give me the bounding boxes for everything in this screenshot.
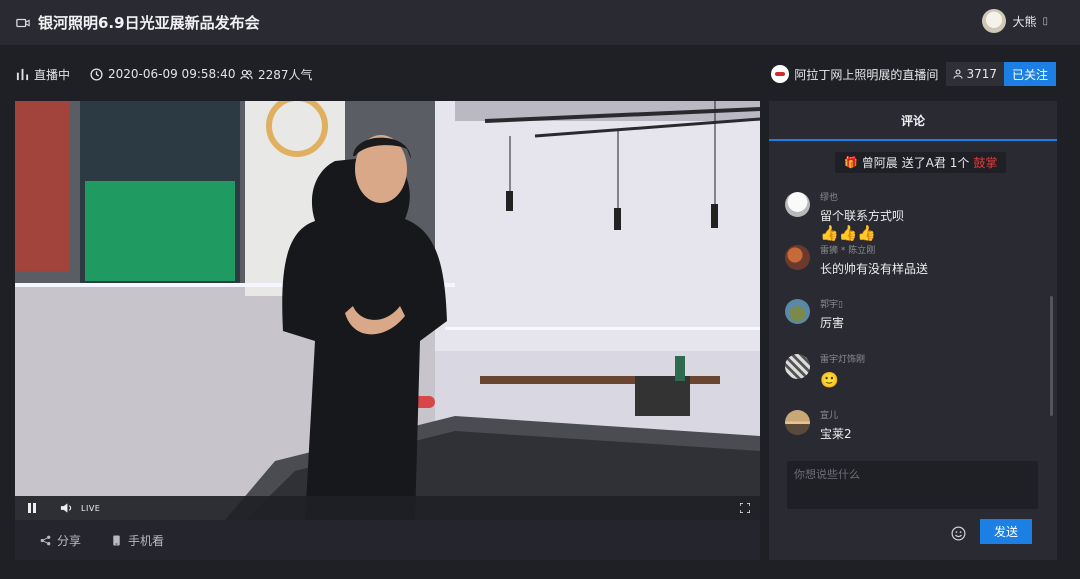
start-time: 2020-06-09 09:58:40 — [90, 67, 235, 81]
player-controls: LIVE — [15, 496, 760, 520]
commenter-avatar[interactable] — [785, 299, 810, 324]
commenter-name: 缪也 — [820, 193, 839, 203]
commenter-name: 宣儿 — [820, 411, 839, 421]
comment-item: 郭宇▯ 厉害 — [785, 299, 844, 330]
live-label: 直播中 — [34, 67, 71, 82]
commenter-avatar[interactable] — [785, 245, 810, 270]
comment-emoji: 👍👍👍 — [820, 224, 877, 242]
gift-name: 鼓掌 — [973, 156, 998, 170]
gift-sender: 曾阿晨 — [861, 156, 898, 170]
page-title: 银河照明6.9日光亚展新品发布会 — [38, 14, 260, 32]
host-name[interactable]: 阿拉丁网上照明展的直播间 — [794, 66, 938, 83]
volume-icon[interactable] — [60, 502, 73, 514]
commenter-name: 雷宇灯饰刚 — [820, 355, 866, 365]
commenter-avatar[interactable] — [785, 410, 810, 435]
popularity-count: 2287人气 — [240, 66, 313, 83]
video-actions-bar: 分享 手机看 — [15, 520, 760, 560]
follower-count: 3717 — [946, 62, 1004, 86]
top-bar: 银河照明6.9日光亚展新品发布会 大熊 ▯ — [0, 0, 1080, 45]
share-label[interactable]: 分享 — [57, 532, 81, 549]
comment-scrollbar[interactable] — [1050, 296, 1053, 416]
mobile-phone-icon — [113, 534, 120, 546]
comment-item: 雷宇灯饰刚 🙂 — [785, 354, 865, 389]
user-name[interactable]: 大熊 — [1012, 13, 1036, 30]
gift-icon: 🎁 — [844, 156, 858, 169]
person-icon — [953, 69, 963, 79]
comment-text: 厉害 — [820, 316, 845, 330]
gift-text: 送了A君 1个 — [901, 156, 970, 170]
watch-on-mobile-button[interactable]: 手机看 — [111, 532, 164, 549]
video-camera-icon — [16, 18, 30, 27]
comment-item: 宣儿 宝莱2 — [785, 410, 852, 441]
chevron-down-icon[interactable]: ▯ — [1042, 16, 1048, 27]
host-logo[interactable] — [771, 65, 790, 83]
comment-text: 长的帅有没有样品送 — [820, 262, 929, 276]
comment-panel: 评论 🎁 曾阿晨 送了A君 1个 鼓掌 缪也 留个联系方式呗 👍👍👍 雷狮 * … — [769, 101, 1057, 560]
comment-text: 宝莱2 — [820, 427, 852, 441]
watch-on-mobile-label[interactable]: 手机看 — [128, 532, 164, 549]
user-avatar[interactable] — [982, 9, 1007, 33]
comment-item: 雷狮 * 陈立刚 长的帅有没有样品送 — [785, 245, 928, 276]
video-player[interactable]: LIVE — [15, 101, 760, 520]
host-info: 阿拉丁网上照明展的直播间 3717 已关注 — [771, 62, 1056, 86]
commenter-name: 雷狮 * 陈立刚 — [820, 246, 876, 256]
follow-button[interactable]: 已关注 — [1003, 62, 1056, 86]
user-menu[interactable]: 大熊 ▯ — [982, 9, 1048, 33]
share-icon — [40, 535, 51, 545]
commenter-name: 郭宇▯ — [820, 300, 843, 310]
commenter-avatar[interactable] — [785, 354, 810, 379]
bar-chart-icon — [16, 68, 29, 80]
users-icon — [240, 69, 253, 79]
send-button[interactable]: 发送 — [980, 519, 1032, 544]
popularity-text: 2287人气 — [258, 67, 313, 82]
comment-item: 缪也 留个联系方式呗 👍👍👍 — [785, 192, 904, 242]
start-datetime: 2020-06-09 09:58:40 — [108, 67, 236, 81]
emoji-icon[interactable] — [951, 526, 966, 541]
live-indicator: 直播中 — [16, 66, 70, 83]
comment-text: 🙂 — [820, 371, 839, 389]
fullscreen-icon[interactable] — [740, 503, 750, 513]
pause-icon[interactable] — [28, 503, 38, 513]
comment-text: 留个联系方式呗 — [820, 209, 905, 223]
share-button[interactable]: 分享 — [40, 532, 81, 549]
clock-icon — [90, 67, 103, 81]
gift-notification: 🎁 曾阿晨 送了A君 1个 鼓掌 — [835, 152, 1007, 173]
comment-input[interactable] — [787, 461, 1038, 509]
tab-comments[interactable]: 评论 — [769, 101, 1057, 141]
follower-count-text: 3717 — [966, 67, 997, 81]
commenter-avatar[interactable] — [785, 192, 810, 217]
live-badge: LIVE — [81, 503, 101, 513]
